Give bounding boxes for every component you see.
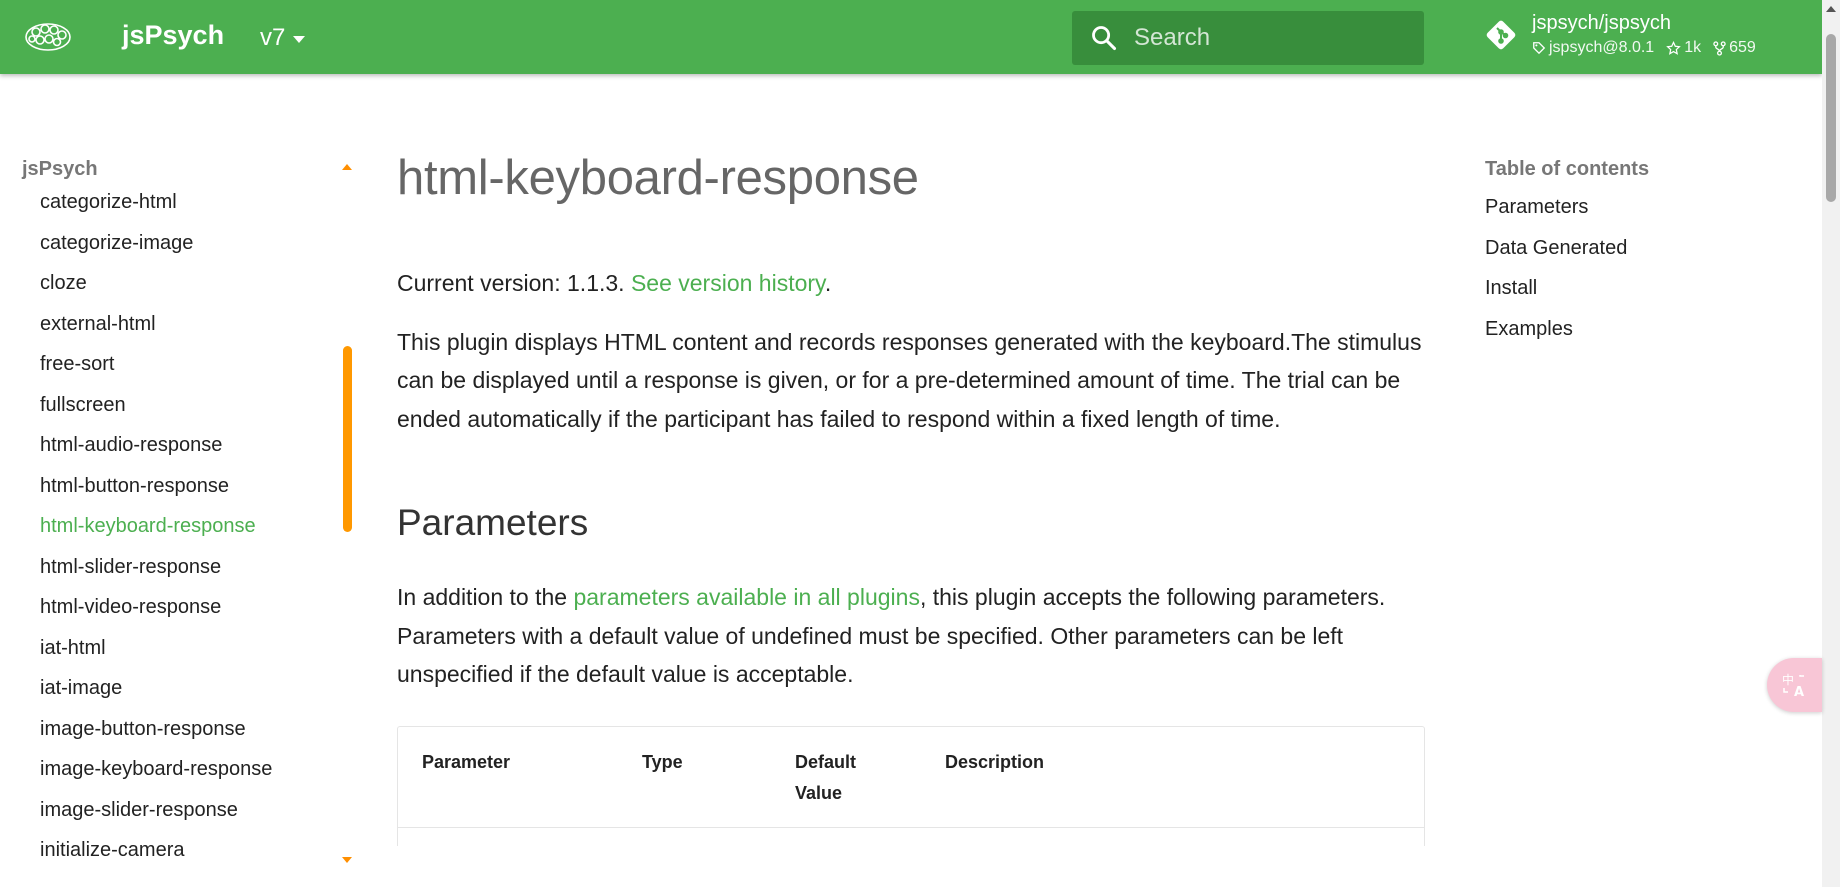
sidebar-item-initialize-camera[interactable]: initialize-camera bbox=[40, 838, 272, 879]
sidebar-item-html-audio-response[interactable]: html-audio-response bbox=[40, 433, 272, 474]
toc-list: Parameters Data Generated Install Examples bbox=[1485, 195, 1785, 357]
params-intro-prefix: In addition to the bbox=[397, 584, 574, 610]
sidebar-item-image-slider-response[interactable]: image-slider-response bbox=[40, 798, 272, 839]
git-icon bbox=[1486, 20, 1516, 49]
sidebar-item-html-keyboard-response[interactable]: html-keyboard-response bbox=[40, 514, 272, 555]
column-header-parameter: Parameter bbox=[422, 751, 511, 772]
version-line: Current version: 1.1.3. See version hist… bbox=[397, 264, 1425, 303]
toc-title: Table of contents bbox=[1485, 158, 1650, 180]
sidebar-item-fullscreen[interactable]: fullscreen bbox=[40, 393, 272, 434]
repo-stars-count: 1k bbox=[1684, 39, 1702, 56]
fork-icon bbox=[1713, 40, 1726, 56]
toc-item-data-generated[interactable]: Data Generated bbox=[1485, 236, 1785, 277]
sidebar-item-iat-image[interactable]: iat-image bbox=[40, 676, 272, 717]
main-content: html-keyboard-response Current version: … bbox=[397, 150, 1425, 846]
version-suffix: . bbox=[824, 270, 832, 296]
translate-button[interactable]: 中 A bbox=[1767, 658, 1822, 712]
svg-text:中: 中 bbox=[1782, 672, 1794, 687]
column-header-default-value: Default Value bbox=[795, 751, 857, 803]
column-header-type: Type bbox=[642, 751, 683, 772]
repo-link[interactable]: jspsych/jspsych jspsych@8.0.1 1k 659 bbox=[1484, 12, 1756, 57]
sidebar-item-image-button-response[interactable]: image-button-response bbox=[40, 717, 272, 758]
repo-stars: 1k bbox=[1666, 39, 1701, 57]
brain-logo-icon[interactable] bbox=[22, 20, 74, 54]
toc-item-parameters[interactable]: Parameters bbox=[1485, 195, 1785, 236]
top-header: jsPsych v7 jspsych/jspsych jspsy bbox=[0, 0, 1822, 74]
sidebar-item-html-slider-response[interactable]: html-slider-response bbox=[40, 555, 272, 596]
sidebar-item-free-sort[interactable]: free-sort bbox=[40, 352, 272, 393]
parameters-heading: Parameters bbox=[397, 502, 589, 543]
all-plugins-params-link[interactable]: parameters available in all plugins bbox=[573, 584, 919, 610]
search-icon bbox=[1092, 26, 1117, 51]
parameters-intro: In addition to the parameters available … bbox=[397, 578, 1425, 694]
page-scroll-thumb[interactable] bbox=[1826, 34, 1836, 202]
table-of-contents: Table of contents Parameters Data Generat… bbox=[1485, 150, 1785, 357]
sidebar-item-html-video-response[interactable]: html-video-response bbox=[40, 595, 272, 636]
repo-name: jspsych/jspsych bbox=[1532, 12, 1671, 34]
sidebar-item-iat-html[interactable]: iat-html bbox=[40, 636, 272, 677]
version-text: Current version: 1.1.3. bbox=[397, 270, 631, 296]
search-input[interactable] bbox=[1134, 24, 1394, 52]
sidebar-item-categorize-image[interactable]: categorize-image bbox=[40, 231, 272, 272]
star-icon bbox=[1666, 40, 1681, 55]
version-selector[interactable]: v7 bbox=[260, 24, 306, 52]
table-row-divider bbox=[398, 826, 1424, 828]
repo-facts: jspsych@8.0.1 1k 659 bbox=[1532, 39, 1756, 57]
sidebar-scroll-thumb[interactable] bbox=[343, 346, 352, 532]
tag-icon bbox=[1533, 42, 1546, 55]
page-title: html-keyboard-response bbox=[397, 151, 919, 205]
svg-text:A: A bbox=[1794, 685, 1804, 700]
toc-item-install[interactable]: Install bbox=[1485, 276, 1785, 317]
sidebar-item-html-button-response[interactable]: html-button-response bbox=[40, 474, 272, 515]
page-scrollbar[interactable] bbox=[1822, 0, 1840, 887]
repo-forks-count: 659 bbox=[1729, 39, 1756, 56]
sidebar-item-external-html[interactable]: external-html bbox=[40, 312, 272, 353]
sidebar-item-image-keyboard-response[interactable]: image-keyboard-response bbox=[40, 757, 272, 798]
column-header-description: Description bbox=[945, 751, 1045, 772]
scroll-up-arrow-icon[interactable] bbox=[1826, 6, 1836, 12]
version-label: v7 bbox=[260, 24, 286, 51]
sidebar-item-categorize-html[interactable]: categorize-html bbox=[40, 190, 272, 231]
repo-forks: 659 bbox=[1713, 39, 1756, 57]
caret-down-icon bbox=[293, 36, 306, 43]
toc-item-examples[interactable]: Examples bbox=[1485, 317, 1785, 358]
nav-list: categorize-html categorize-image cloze exte… bbox=[40, 190, 272, 879]
nav-section-title[interactable]: jsPsych bbox=[22, 158, 98, 181]
scroll-up-arrow-icon[interactable] bbox=[342, 164, 352, 170]
repo-tag-label: jspsych@8.0.1 bbox=[1549, 39, 1655, 56]
scroll-down-arrow-icon[interactable] bbox=[342, 857, 352, 863]
parameters-table: Parameter Type Default Value Description bbox=[397, 725, 1425, 846]
site-title[interactable]: jsPsych bbox=[122, 20, 224, 51]
translate-icon: 中 A bbox=[1782, 672, 1804, 700]
plugin-description: This plugin displays HTML content and re… bbox=[397, 328, 1422, 432]
repo-tag: jspsych@8.0.1 bbox=[1532, 39, 1654, 57]
sidebar-item-cloze[interactable]: cloze bbox=[40, 271, 272, 312]
repo-info: jspsych/jspsych jspsych@8.0.1 1k 659 bbox=[1532, 12, 1756, 57]
search-box[interactable] bbox=[1072, 11, 1424, 65]
version-history-link[interactable]: See version history bbox=[631, 270, 825, 296]
